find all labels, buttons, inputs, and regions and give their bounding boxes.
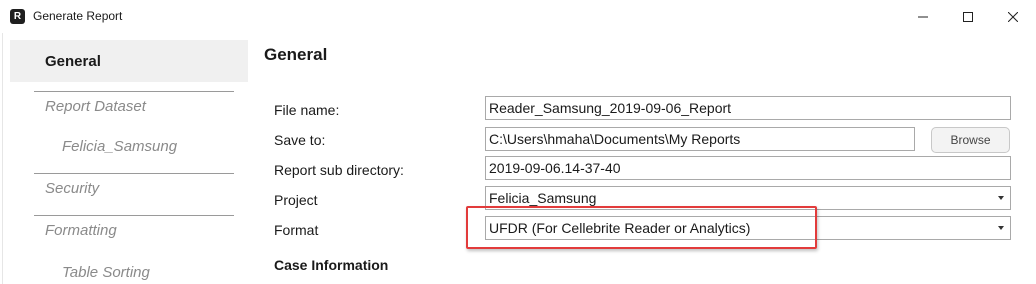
sub-directory-label: Report sub directory:	[274, 162, 404, 178]
case-information-heading: Case Information	[274, 257, 389, 273]
sidebar-item-security[interactable]: Security	[10, 174, 248, 216]
sidebar-item-label: Security	[45, 180, 100, 197]
save-to-label: Save to:	[274, 132, 326, 148]
project-label: Project	[274, 192, 318, 208]
sidebar-item-label: Report Dataset	[45, 98, 146, 115]
sidebar-item-general[interactable]: General	[10, 40, 248, 82]
sidebar-item-label: Formatting	[45, 222, 117, 239]
maximize-button[interactable]	[945, 0, 991, 33]
close-icon	[1008, 11, 1018, 22]
highlight-box	[466, 206, 817, 249]
window-title: Generate Report	[33, 9, 123, 23]
file-name-label: File name:	[274, 102, 340, 118]
browse-button[interactable]: Browse	[931, 127, 1010, 153]
minimize-button[interactable]	[900, 0, 946, 33]
app-icon: R	[10, 9, 25, 24]
sub-directory-field[interactable]: 2019-09-06.14-37-40	[485, 156, 1011, 180]
sidebar: General Report Dataset Felicia_Samsung S…	[10, 40, 248, 284]
format-label: Format	[274, 222, 319, 238]
sidebar-item-table-sorting[interactable]: Table Sorting	[10, 246, 248, 284]
sidebar-item-report-dataset[interactable]: Report Dataset	[10, 92, 248, 134]
sidebar-item-felicia-samsung[interactable]: Felicia_Samsung	[10, 134, 248, 176]
page-title: General	[264, 45, 328, 64]
chevron-down-icon	[998, 226, 1004, 230]
sidebar-item-label: Felicia_Samsung	[62, 138, 178, 155]
file-name-field[interactable]: Reader_Samsung_2019-09-06_Report	[485, 96, 1011, 120]
maximize-icon	[963, 11, 973, 22]
save-to-field[interactable]: C:\Users\hmaha\Documents\My Reports	[485, 127, 915, 151]
project-select-value: Felicia_Samsung	[489, 190, 597, 206]
minimize-icon	[918, 16, 928, 17]
sidebar-item-label: General	[45, 53, 101, 70]
title-bar: R Generate Report	[0, 0, 1036, 33]
close-button[interactable]	[990, 0, 1036, 33]
window-edge	[0, 33, 3, 284]
sidebar-item-label: Table Sorting	[62, 264, 150, 281]
chevron-down-icon	[998, 196, 1004, 200]
